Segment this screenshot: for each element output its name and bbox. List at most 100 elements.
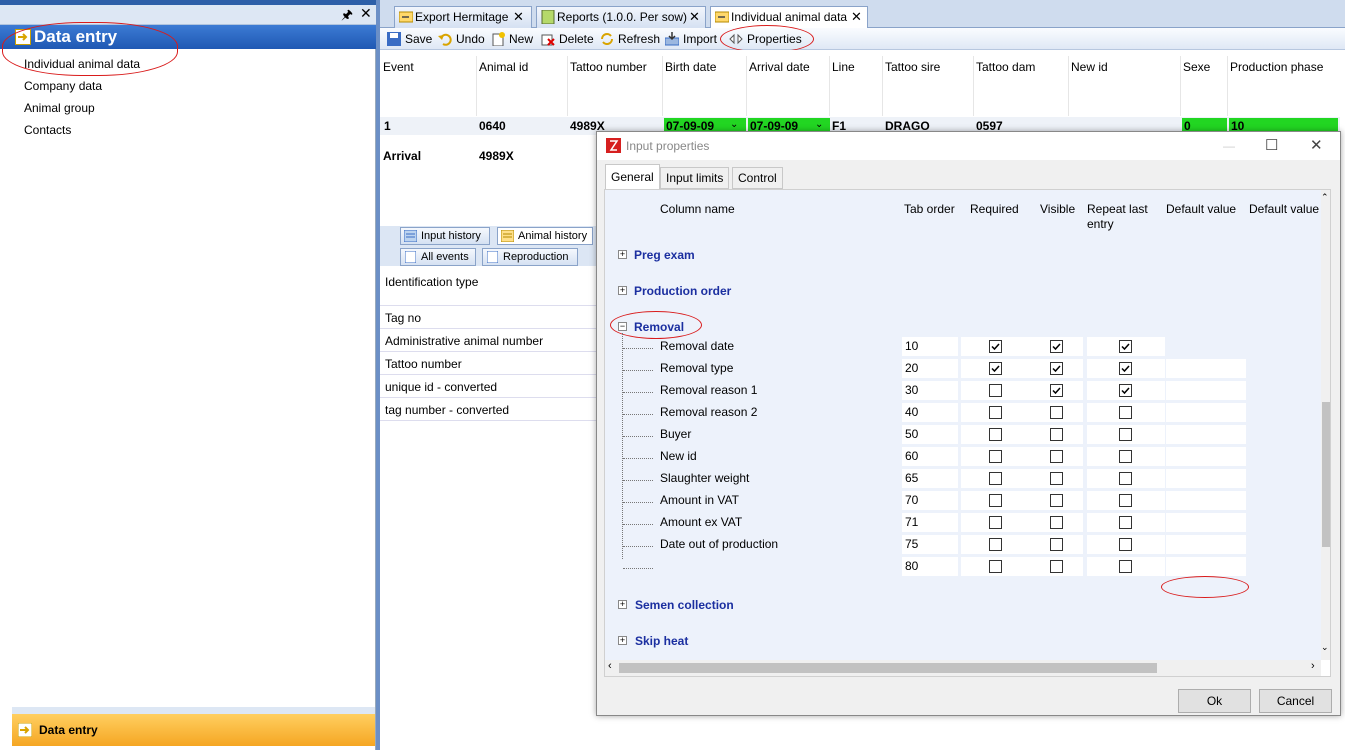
required-checkbox[interactable]: [989, 340, 1002, 353]
column-header-sexe[interactable]: Sexe: [1183, 60, 1210, 74]
visible-checkbox[interactable]: [1050, 406, 1063, 419]
visible-checkbox[interactable]: [1050, 340, 1063, 353]
required-checkbox[interactable]: [989, 384, 1002, 397]
default-value-input[interactable]: [1166, 359, 1246, 378]
tab-input-history[interactable]: Input history: [400, 227, 490, 245]
vertical-scrollbar[interactable]: ⌃ ⌄: [1321, 190, 1330, 660]
close-icon[interactable]: ✕: [689, 10, 700, 24]
required-checkbox[interactable]: [989, 494, 1002, 507]
dialog-titlebar[interactable]: Input properties — ☐ ✕: [597, 132, 1340, 160]
repeat-checkbox[interactable]: [1119, 538, 1132, 551]
cancel-button[interactable]: Cancel: [1259, 689, 1332, 713]
tab-order-input[interactable]: 10: [902, 337, 958, 356]
tab-reports[interactable]: Reports (1.0.0. Per sow) ✕: [536, 6, 706, 28]
tab-export-hermitage[interactable]: Export Hermitage ✕: [394, 6, 532, 28]
default-value-input[interactable]: [1166, 513, 1246, 532]
visible-checkbox[interactable]: [1050, 450, 1063, 463]
chevron-down-icon[interactable]: ⌄: [730, 119, 738, 130]
tab-control[interactable]: Control: [732, 167, 783, 189]
tab-order-input[interactable]: 50: [902, 425, 958, 444]
default-value-input[interactable]: [1166, 425, 1246, 444]
save-button[interactable]: Save: [387, 31, 432, 47]
group-skip-heat[interactable]: Skip heat: [635, 634, 688, 648]
scrollbar-thumb[interactable]: [619, 663, 1157, 673]
group-preg-exam[interactable]: Preg exam: [634, 248, 695, 262]
repeat-checkbox[interactable]: [1119, 384, 1132, 397]
required-checkbox[interactable]: [989, 538, 1002, 551]
visible-checkbox[interactable]: [1050, 560, 1063, 573]
tab-order-input[interactable]: 71: [902, 513, 958, 532]
visible-checkbox[interactable]: [1050, 472, 1063, 485]
column-header-new-id[interactable]: New id: [1071, 60, 1108, 74]
tab-order-input[interactable]: 40: [902, 403, 958, 422]
repeat-checkbox[interactable]: [1119, 560, 1132, 573]
visible-checkbox[interactable]: [1050, 516, 1063, 529]
list-item[interactable]: tag number - converted: [380, 398, 596, 421]
column-header-tattoo-dam[interactable]: Tattoo dam: [976, 60, 1035, 74]
repeat-checkbox[interactable]: [1119, 516, 1132, 529]
column-header-tattoo-sire[interactable]: Tattoo sire: [885, 60, 940, 74]
list-item[interactable]: Tag no: [380, 306, 596, 329]
default-value-input[interactable]: [1166, 557, 1246, 576]
column-header-birth-date[interactable]: Birth date: [665, 60, 716, 74]
required-checkbox[interactable]: [989, 516, 1002, 529]
undo-button[interactable]: Undo: [438, 31, 485, 47]
tab-input-limits[interactable]: Input limits: [660, 167, 730, 189]
column-header-event[interactable]: Event: [383, 60, 414, 74]
close-icon[interactable]: ✕: [513, 10, 524, 24]
column-header-production-phase[interactable]: Production phase: [1230, 60, 1323, 74]
repeat-checkbox[interactable]: [1119, 472, 1132, 485]
tab-order-input[interactable]: 60: [902, 447, 958, 466]
default-value-input[interactable]: [1166, 535, 1246, 554]
expand-icon[interactable]: +: [618, 636, 627, 645]
list-item[interactable]: Tattoo number: [380, 352, 596, 375]
default-value-input[interactable]: [1166, 381, 1246, 400]
close-icon[interactable]: ✕: [1310, 132, 1323, 160]
tab-animal-history[interactable]: Animal history: [497, 227, 593, 245]
tab-order-input[interactable]: 30: [902, 381, 958, 400]
visible-checkbox[interactable]: [1050, 538, 1063, 551]
nav-item-contacts[interactable]: Contacts: [24, 123, 71, 137]
column-header-arrival-date[interactable]: Arrival date: [749, 60, 810, 74]
column-header-tattoo-number[interactable]: Tattoo number: [570, 60, 647, 74]
chevron-left-icon[interactable]: ‹: [608, 660, 612, 672]
data-entry-footer[interactable]: Data entry: [12, 714, 375, 746]
required-checkbox[interactable]: [989, 406, 1002, 419]
required-checkbox[interactable]: [989, 428, 1002, 441]
tab-order-input[interactable]: 65: [902, 469, 958, 488]
delete-button[interactable]: Delete: [541, 31, 594, 47]
column-header-line[interactable]: Line: [832, 60, 855, 74]
repeat-checkbox[interactable]: [1119, 494, 1132, 507]
chevron-right-icon[interactable]: ›: [1311, 660, 1315, 672]
tab-all-events[interactable]: All events: [400, 248, 476, 266]
visible-checkbox[interactable]: [1050, 494, 1063, 507]
default-value-input[interactable]: [1166, 491, 1246, 510]
group-production-order[interactable]: Production order: [634, 284, 731, 298]
required-checkbox[interactable]: [989, 450, 1002, 463]
splitter-grip[interactable]: [12, 707, 375, 714]
nav-item-animal-group[interactable]: Animal group: [24, 101, 95, 115]
default-value-input[interactable]: [1166, 403, 1246, 422]
close-icon[interactable]: ✕: [360, 5, 372, 22]
tab-general[interactable]: General: [605, 164, 660, 190]
tab-reproduction[interactable]: Reproduction: [482, 248, 578, 266]
group-semen-collection[interactable]: Semen collection: [635, 598, 734, 612]
default-value-input[interactable]: [1166, 469, 1246, 488]
close-icon[interactable]: ✕: [851, 10, 862, 24]
expand-icon[interactable]: +: [618, 286, 627, 295]
refresh-button[interactable]: Refresh: [600, 31, 660, 47]
tab-order-input[interactable]: 20: [902, 359, 958, 378]
repeat-checkbox[interactable]: [1119, 406, 1132, 419]
column-header-animal-id[interactable]: Animal id: [479, 60, 528, 74]
chevron-up-icon[interactable]: ⌃: [1321, 192, 1329, 203]
horizontal-scrollbar[interactable]: ‹ ›: [605, 660, 1321, 676]
ok-button[interactable]: Ok: [1178, 689, 1251, 713]
import-button[interactable]: Import: [665, 31, 717, 47]
required-checkbox[interactable]: [989, 472, 1002, 485]
expand-icon[interactable]: +: [618, 600, 627, 609]
maximize-icon[interactable]: ☐: [1265, 132, 1278, 160]
new-button[interactable]: New: [491, 31, 533, 47]
repeat-checkbox[interactable]: [1119, 340, 1132, 353]
list-item[interactable]: unique id - converted: [380, 375, 596, 398]
scrollbar-thumb[interactable]: [1322, 402, 1330, 547]
